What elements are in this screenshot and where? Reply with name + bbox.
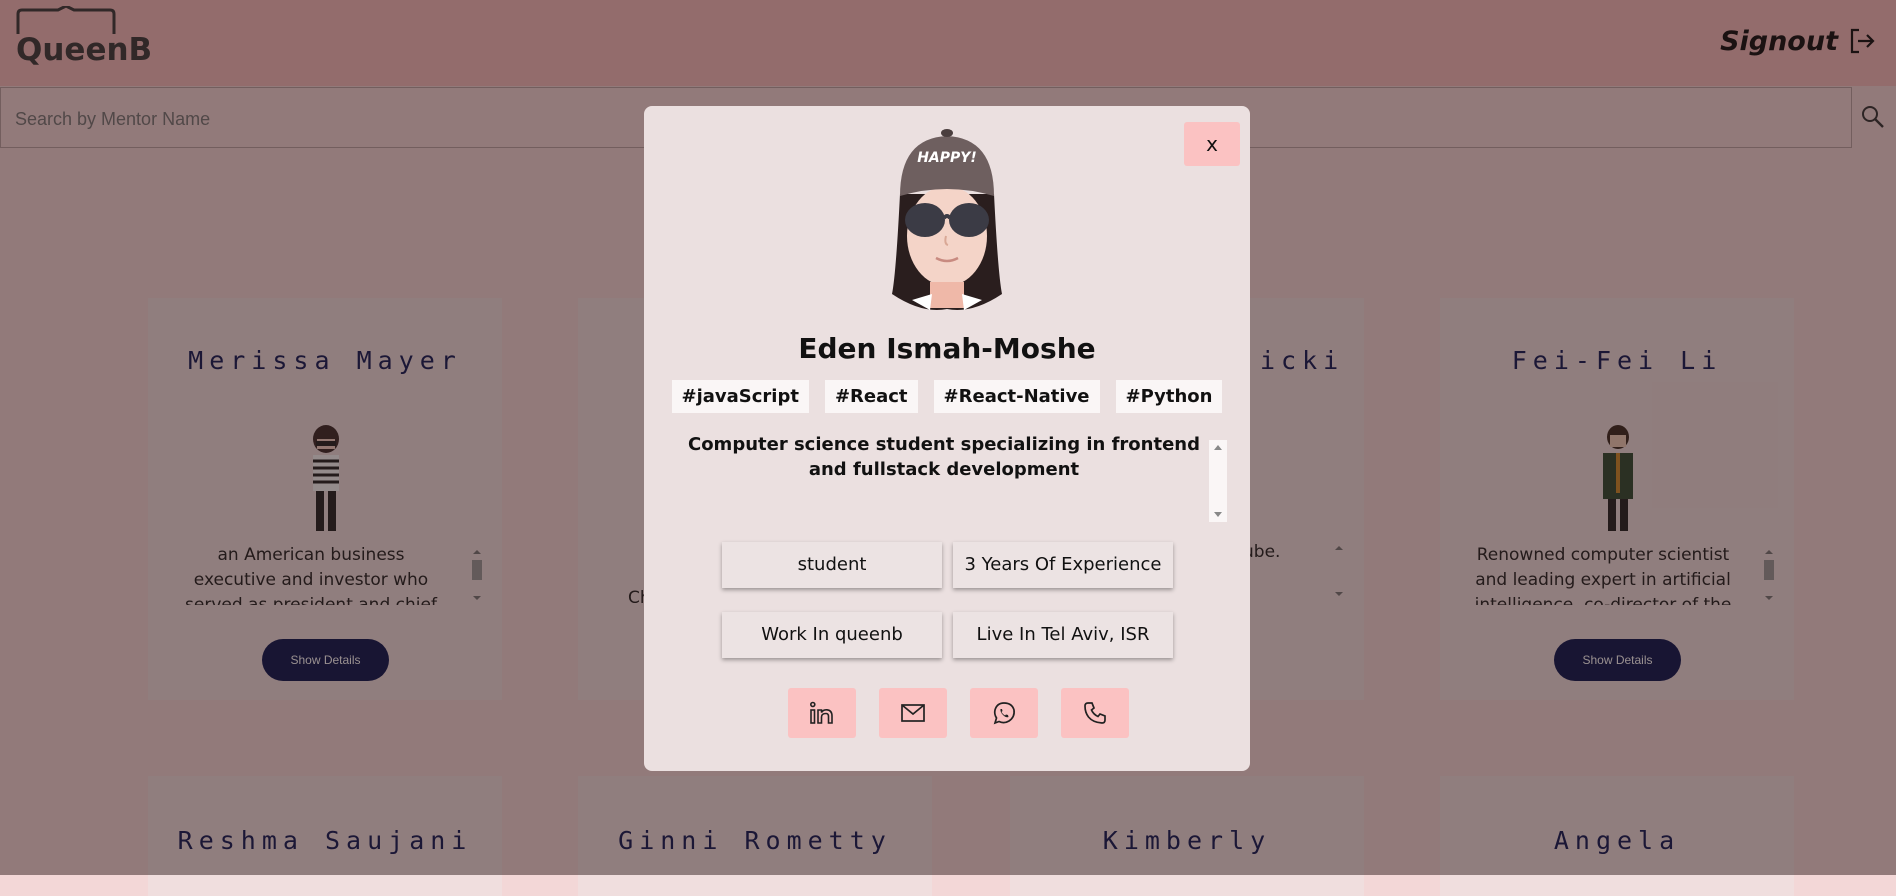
workplace-tile: Work In queenb <box>722 612 942 658</box>
bio-box: Computer science student specializing in… <box>684 432 1227 522</box>
mentor-avatar: HAPPY! <box>892 129 1002 310</box>
linkedin-button[interactable] <box>788 688 856 738</box>
role-tile: student <box>722 542 942 588</box>
close-button[interactable]: x <box>1184 122 1240 166</box>
avatar-cap-text: HAPPY! <box>917 150 977 166</box>
skill-tag: #javaScript <box>671 380 809 413</box>
bio-scrollbar[interactable] <box>1209 440 1227 522</box>
mentor-name: Eden Ismah-Moshe <box>798 332 1096 365</box>
skill-tags: #javaScript #React #React-Native #Python <box>644 380 1250 413</box>
phone-icon <box>1084 702 1106 724</box>
linkedin-icon <box>809 701 833 724</box>
whatsapp-icon <box>993 702 1015 725</box>
email-button[interactable] <box>879 688 947 738</box>
experience-tile: 3 Years Of Experience <box>953 542 1173 588</box>
whatsapp-button[interactable] <box>970 688 1038 738</box>
location-tile: Live In Tel Aviv, ISR <box>953 612 1173 658</box>
mail-icon <box>901 704 925 722</box>
skill-tag: #Python <box>1115 380 1223 413</box>
phone-button[interactable] <box>1061 688 1129 738</box>
skill-tag: #React <box>824 380 918 413</box>
skill-tag: #React-Native <box>933 380 1100 413</box>
mentor-details-modal: x HAPPY! Eden Ismah-Moshe #javaScript #R… <box>644 106 1250 771</box>
mentor-bio: Computer science student specializing in… <box>687 434 1200 480</box>
